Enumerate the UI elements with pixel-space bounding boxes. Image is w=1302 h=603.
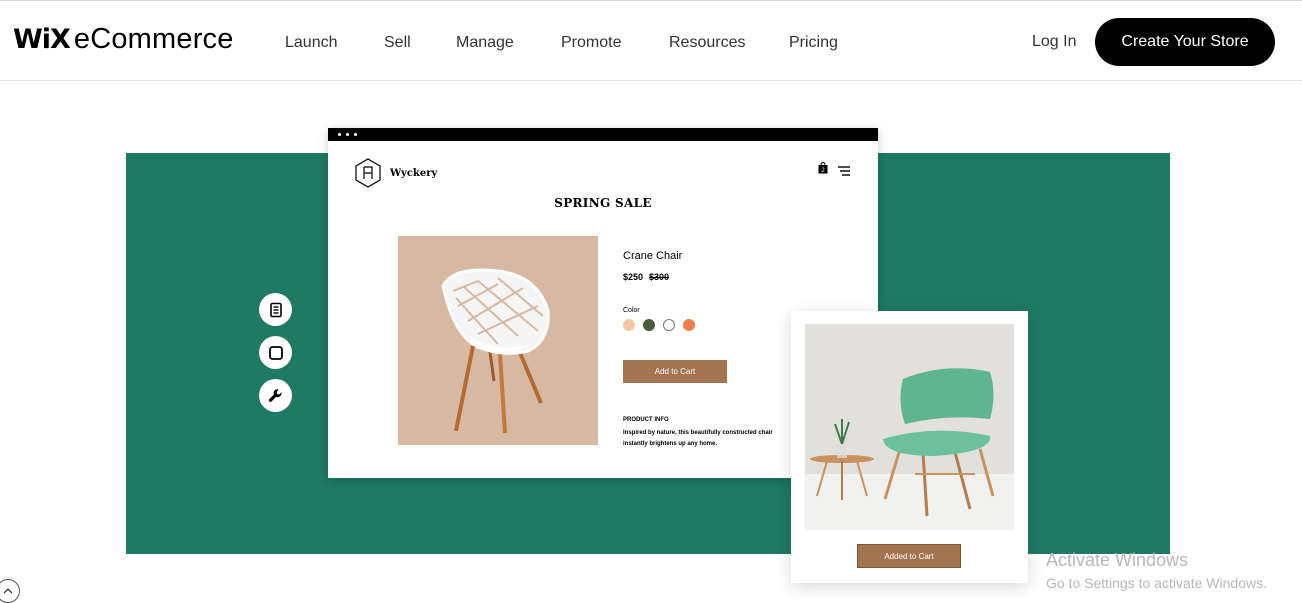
- scroll-to-top-button[interactable]: [0, 579, 20, 603]
- wix-ecommerce-logo[interactable]: WiX eCommerce: [13, 23, 234, 57]
- product-price: $250 $300: [623, 272, 669, 282]
- nav-promote[interactable]: Promote: [561, 34, 621, 52]
- added-to-cart-button[interactable]: Added to Cart: [857, 544, 961, 568]
- login-link[interactable]: Log In: [1032, 33, 1076, 51]
- square-icon: [268, 345, 283, 360]
- product-name: Crane Chair: [623, 250, 683, 262]
- green-chair-image: [805, 324, 1014, 530]
- color-swatch[interactable]: [623, 319, 635, 331]
- window-dot: [338, 133, 341, 136]
- logo-product-text: eCommerce: [73, 23, 234, 55]
- document-tool-button[interactable]: [259, 293, 292, 326]
- product-info-heading: PRODUCT INFO: [623, 417, 669, 423]
- create-store-button[interactable]: Create Your Store: [1095, 18, 1275, 66]
- store-brand-name: Wyckery: [390, 167, 438, 179]
- layout-tool-button[interactable]: [259, 336, 292, 369]
- product-info-text: Inspired by nature, this beautifully con…: [623, 430, 773, 447]
- color-swatches: [623, 319, 703, 331]
- settings-tool-button[interactable]: [259, 379, 292, 412]
- color-swatch[interactable]: [663, 319, 675, 331]
- green-chair-illustration: [805, 324, 1014, 530]
- add-to-cart-button[interactable]: Add to Cart: [623, 360, 727, 383]
- top-navigation-bar: WiX eCommerce Launch Sell Manage Promote…: [0, 0, 1302, 81]
- original-price: $300: [649, 272, 670, 282]
- wrench-icon: [268, 388, 282, 402]
- chevron-up-icon: [3, 588, 13, 594]
- logo-wix-text: WiX: [13, 24, 71, 55]
- activation-watermark-subtitle: Go to Settings to activate Windows.: [1046, 575, 1267, 591]
- brand-logo-icon: [355, 158, 381, 188]
- color-swatch[interactable]: [643, 319, 655, 331]
- color-swatch[interactable]: [683, 319, 695, 331]
- nav-pricing[interactable]: Pricing: [789, 34, 838, 52]
- cart-icon[interactable]: 2: [818, 161, 828, 179]
- added-to-cart-card: Added to Cart: [791, 311, 1028, 583]
- nav-resources[interactable]: Resources: [669, 34, 745, 52]
- nav-sell[interactable]: Sell: [384, 34, 411, 52]
- hamburger-menu-icon[interactable]: [838, 163, 850, 181]
- white-chair-illustration: [398, 236, 598, 445]
- browser-title-bar: [328, 128, 878, 141]
- product-image[interactable]: [398, 236, 598, 445]
- current-price: $250: [623, 272, 644, 282]
- document-icon: [269, 302, 282, 317]
- nav-manage[interactable]: Manage: [456, 34, 514, 52]
- window-dot: [354, 133, 357, 136]
- activation-watermark-title: Activate Windows: [1046, 550, 1189, 570]
- color-label: Color: [623, 307, 640, 314]
- sale-heading: SPRING SALE: [554, 196, 652, 210]
- nav-launch[interactable]: Launch: [285, 34, 338, 52]
- window-dot: [346, 133, 349, 136]
- store-brand[interactable]: Wyckery: [352, 157, 437, 189]
